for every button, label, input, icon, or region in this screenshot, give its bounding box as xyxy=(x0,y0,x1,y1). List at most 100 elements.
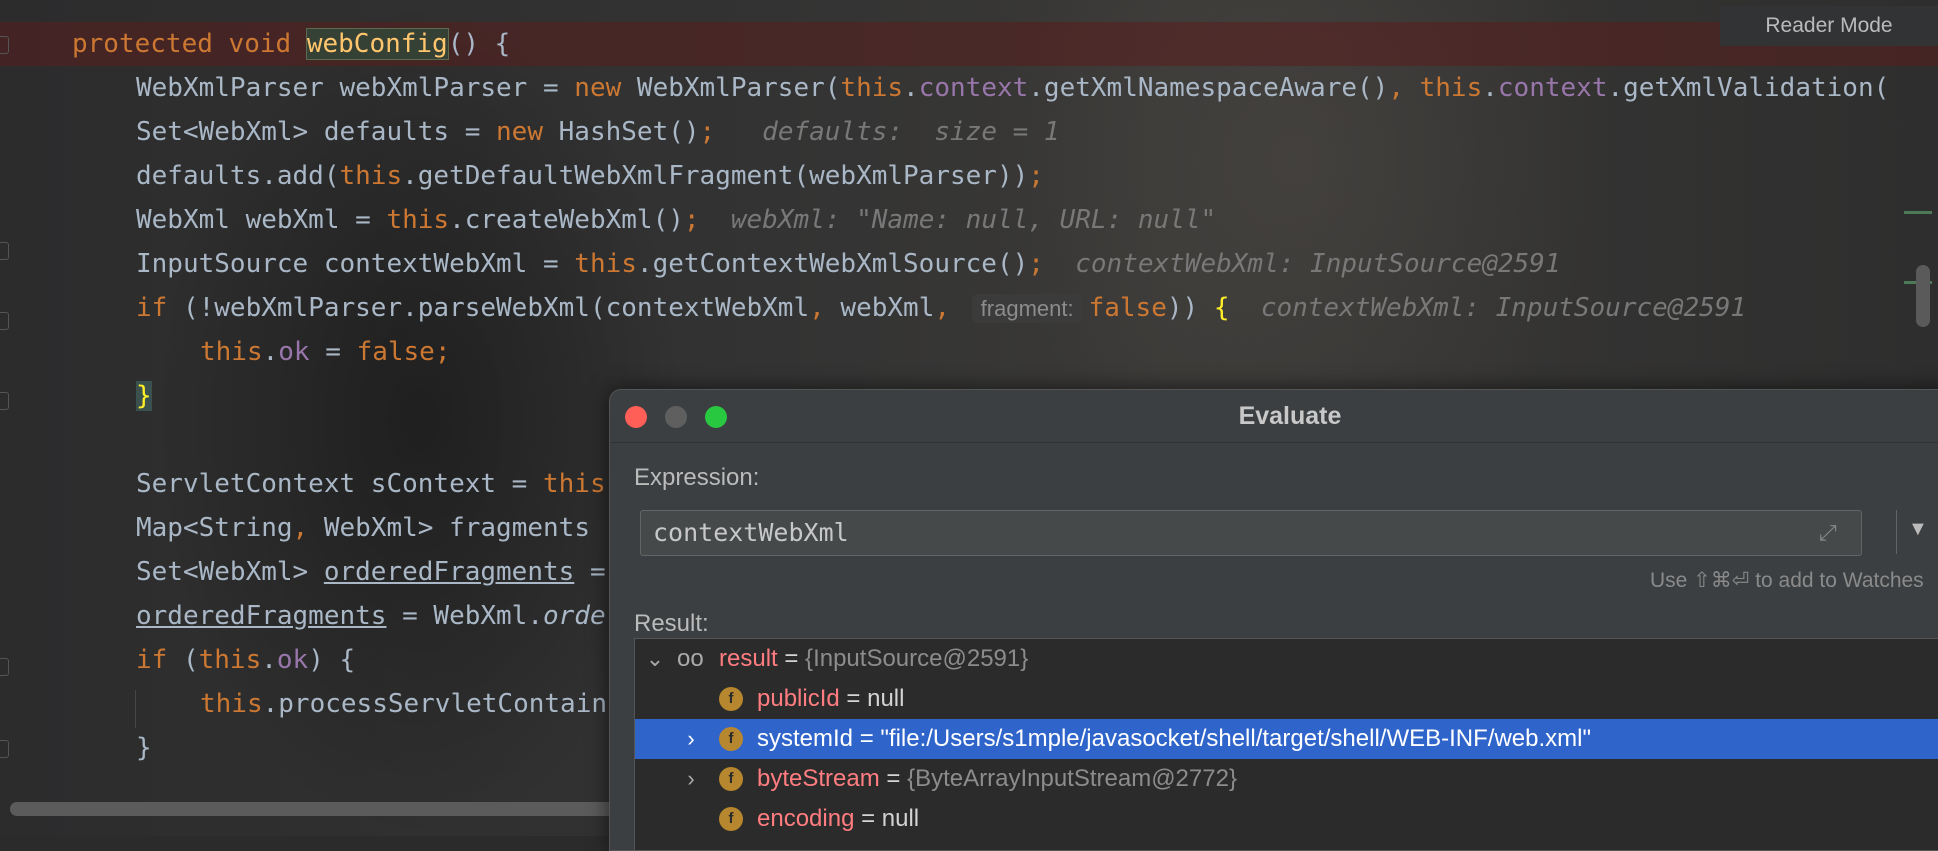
keyword: this xyxy=(840,73,904,103)
scroll-marker[interactable] xyxy=(1904,211,1932,214)
punct: ; xyxy=(434,337,451,367)
code-line-4[interactable]: defaults.add(this.getDefaultWebXmlFragme… xyxy=(136,154,1044,198)
keyword: new xyxy=(496,117,543,147)
tree-row-systemid[interactable]: › f systemId = "file:/Users/s1mple/javas… xyxy=(635,719,1938,759)
code-text: WebXmlParser webXmlParser = xyxy=(136,73,575,103)
inline-debug-value: webXml: "Name: null, URL: null" xyxy=(730,205,1217,235)
equals-sign: = xyxy=(854,805,882,832)
field-ref: ok xyxy=(276,645,309,675)
code-text: )) xyxy=(1166,293,1214,323)
dialog-title: Evaluate xyxy=(1238,402,1342,430)
chevron-right-icon[interactable]: › xyxy=(681,759,701,799)
indent-guide xyxy=(135,690,136,728)
horizontal-scrollbar[interactable] xyxy=(10,802,650,816)
code-line-10[interactable]: ServletContext sContext = this xyxy=(136,462,606,506)
fold-marker-icon[interactable] xyxy=(0,392,9,410)
code-text: ( xyxy=(167,645,199,675)
code-line-5[interactable]: WebXml webXml = this.createWebXml(); web… xyxy=(136,198,1216,242)
code-text: Set<WebXml> defaults = xyxy=(136,117,497,147)
tree-row-encoding[interactable]: f encoding = null xyxy=(635,799,1938,839)
fold-marker-icon[interactable] xyxy=(0,36,9,54)
code-line-6[interactable]: InputSource contextWebXml = this.getCont… xyxy=(136,242,1561,286)
variable-name: publicId xyxy=(757,685,840,712)
code-line-11[interactable]: Map<String, WebXml> fragments xyxy=(136,506,590,550)
code-text: . xyxy=(903,73,919,103)
keyword: this xyxy=(200,337,263,367)
static-method-ref: orde xyxy=(543,601,606,631)
variable-value: {InputSource@2591} xyxy=(805,645,1029,672)
tree-row-publicid[interactable]: f publicId = null xyxy=(635,679,1938,719)
fold-marker-icon[interactable] xyxy=(0,242,9,260)
equals-sign: = xyxy=(879,765,908,792)
dialog-titlebar[interactable]: Evaluate xyxy=(610,390,1938,443)
chevron-down-icon[interactable]: ⌄ xyxy=(645,639,665,679)
code-text: = xyxy=(309,337,357,367)
expression-label: Expression: xyxy=(634,464,760,491)
code-text: webXml xyxy=(840,293,935,323)
code-line-8[interactable]: this.ok = false; xyxy=(200,330,451,374)
keyword: new xyxy=(574,73,622,103)
variable-value: null xyxy=(867,685,905,712)
code-text: WebXml webXml = xyxy=(136,205,387,235)
code-text: HashSet() xyxy=(543,117,700,147)
expand-icon[interactable]: ⤢ xyxy=(1819,521,1843,545)
code-text: .processServletContain xyxy=(262,689,607,719)
field-ref: context xyxy=(918,73,1029,103)
punct: , xyxy=(292,513,324,543)
fold-marker-icon[interactable] xyxy=(0,658,9,676)
equals-sign: = xyxy=(777,645,806,672)
method-name: webConfig xyxy=(305,28,449,60)
code-line-3[interactable]: Set<WebXml> defaults = new HashSet(); de… xyxy=(136,110,1060,154)
code-text: .getContextWebXmlSource() xyxy=(636,249,1029,279)
reader-mode-button[interactable]: Reader Mode xyxy=(1720,6,1938,46)
punct: , xyxy=(809,293,841,323)
punct: ; xyxy=(699,117,716,147)
vertical-scrollbar[interactable] xyxy=(1916,265,1930,327)
code-text: InputSource contextWebXml = xyxy=(136,249,575,279)
keyword: this xyxy=(1419,73,1483,103)
result-tree[interactable]: ⌄ oo result = {InputSource@2591} f publi… xyxy=(634,638,1938,850)
punct: ; xyxy=(683,205,700,235)
code-line-13[interactable]: orderedFragments = WebXml.orde xyxy=(136,594,606,638)
keyword: this xyxy=(198,645,262,675)
code-text: .getDefaultWebXmlFragment(webXmlParser)) xyxy=(402,161,1029,191)
chevron-right-icon[interactable]: › xyxy=(681,719,701,759)
chevron-down-icon[interactable]: ▼ xyxy=(1908,518,1928,541)
keyword: this xyxy=(339,161,403,191)
brace: { xyxy=(1213,293,1230,323)
code-line-1[interactable]: protected void webConfig() { xyxy=(72,22,510,66)
code-line-2[interactable]: WebXmlParser webXmlParser = new WebXmlPa… xyxy=(136,66,1889,110)
punct: ; xyxy=(1028,161,1044,191)
brace: } xyxy=(136,733,152,763)
code-line-12[interactable]: Set<WebXml> orderedFragments = xyxy=(136,550,606,594)
variable-ref: orderedFragments xyxy=(323,557,575,587)
code-text: .createWebXml() xyxy=(449,205,684,235)
code-text: = WebXml. xyxy=(386,601,543,631)
keyword: this xyxy=(543,469,606,499)
code-line-16[interactable]: } xyxy=(136,726,152,770)
variable-ref: orderedFragments xyxy=(136,601,387,631)
keyword: void xyxy=(228,29,292,59)
code-text: defaults.add( xyxy=(136,161,340,191)
code-text: . xyxy=(1482,73,1498,103)
field-ref: ok xyxy=(278,337,310,367)
evaluate-dialog: Evaluate Expression: contextWebXml ⤢ ▼ U… xyxy=(609,389,1938,851)
expression-input[interactable]: contextWebXml ⤢ xyxy=(640,510,1862,556)
code-text: Map<String xyxy=(136,513,293,543)
code-line-9[interactable]: } xyxy=(136,374,152,418)
code-text: ) { xyxy=(308,645,356,675)
keyword: if xyxy=(136,293,168,323)
inline-debug-value: contextWebXml: InputSource@2591 xyxy=(1075,249,1561,279)
tree-row-bytestream[interactable]: › f byteStream = {ByteArrayInputStream@2… xyxy=(635,759,1938,799)
tree-row-result[interactable]: ⌄ oo result = {InputSource@2591} xyxy=(635,639,1938,679)
keyword: this xyxy=(386,205,450,235)
variable-value: {ByteArrayInputStream@2772} xyxy=(907,765,1237,792)
code-line-7[interactable]: if (!webXmlParser.parseWebXml(contextWeb… xyxy=(136,286,1746,330)
variable-value: null xyxy=(881,805,920,832)
code-line-14[interactable]: if (this.ok) { xyxy=(136,638,355,682)
variable-name: result xyxy=(719,645,778,672)
punct: , xyxy=(1388,73,1420,103)
fold-marker-icon[interactable] xyxy=(0,312,9,330)
code-line-15[interactable]: this.processServletContain xyxy=(200,682,607,726)
fold-marker-icon[interactable] xyxy=(0,740,9,758)
